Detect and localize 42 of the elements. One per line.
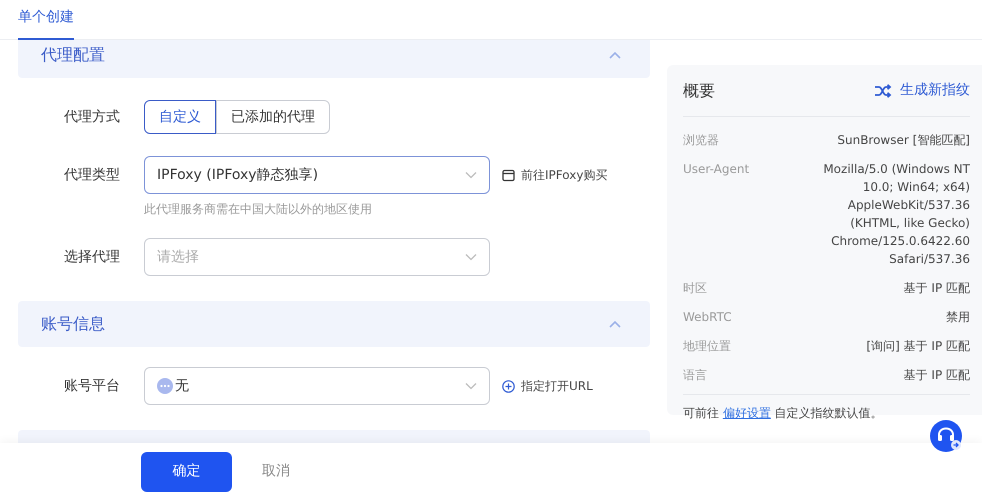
property-value: SunBrowser [智能匹配]: [837, 132, 970, 149]
property-label: 时区: [683, 280, 707, 297]
property-label: 地理位置: [683, 338, 731, 355]
property-value: 基于 IP 匹配: [904, 280, 970, 297]
preferences-link[interactable]: 偏好设置: [722, 406, 771, 420]
window-icon: [502, 168, 515, 182]
field-label: 账号平台: [63, 377, 120, 396]
panel-title: 概要: [683, 80, 715, 102]
hint-text: 此代理服务商需在中国大陆以外的地区使用: [144, 201, 373, 218]
select-field[interactable]: IPFoxy (IPFoxy静态独享): [144, 156, 490, 194]
property-label: 语言: [683, 367, 707, 384]
property-value: 基于 IP 匹配: [904, 367, 970, 384]
segment-button[interactable]: 自定义: [144, 100, 216, 134]
help-button[interactable]: [930, 420, 962, 452]
section-header[interactable]: 代理配置: [18, 40, 650, 78]
property-label: User-Agent: [683, 161, 750, 178]
cancel-button[interactable]: 取消: [256, 460, 296, 483]
property-label: 浏览器: [683, 132, 719, 149]
field-label: 代理类型: [63, 166, 120, 185]
link[interactable]: 前往IPFoxy购买: [502, 156, 608, 194]
property-value: [询问] 基于 IP 匹配: [866, 338, 970, 355]
shuffle-icon: [874, 84, 892, 98]
select-field[interactable]: 无: [144, 367, 490, 405]
chevron-up-icon: [608, 319, 622, 329]
property-value: 禁用: [946, 309, 970, 326]
segment-button[interactable]: 已添加的代理: [216, 100, 330, 134]
chevron-up-icon: [608, 50, 622, 60]
property-value: Mozilla/5.0 (Windows NT 10.0; Win64; x64) AppleWebKit/537.36 (KHTML, like Gecko) Chrome/125.0.6422.60 Safari/537.36: [823, 161, 970, 268]
more-icon: [157, 378, 173, 394]
confirm-button[interactable]: 确定: [141, 452, 232, 492]
property-label: WebRTC: [683, 309, 732, 326]
chevron-down-icon: [465, 171, 477, 179]
link[interactable]: 指定打开URL: [502, 367, 593, 405]
field-label: 选择代理: [63, 248, 120, 267]
section-title: 账号信息: [41, 313, 105, 335]
section-header[interactable]: 账号信息: [18, 301, 650, 347]
generate-fingerprint-button[interactable]: 生成新指纹: [874, 80, 970, 101]
chevron-down-icon: [465, 382, 477, 390]
chevron-down-icon: [465, 253, 477, 261]
field-label: 代理方式: [63, 108, 120, 127]
section-title: 代理配置: [41, 44, 105, 66]
add-icon: [502, 380, 515, 392]
